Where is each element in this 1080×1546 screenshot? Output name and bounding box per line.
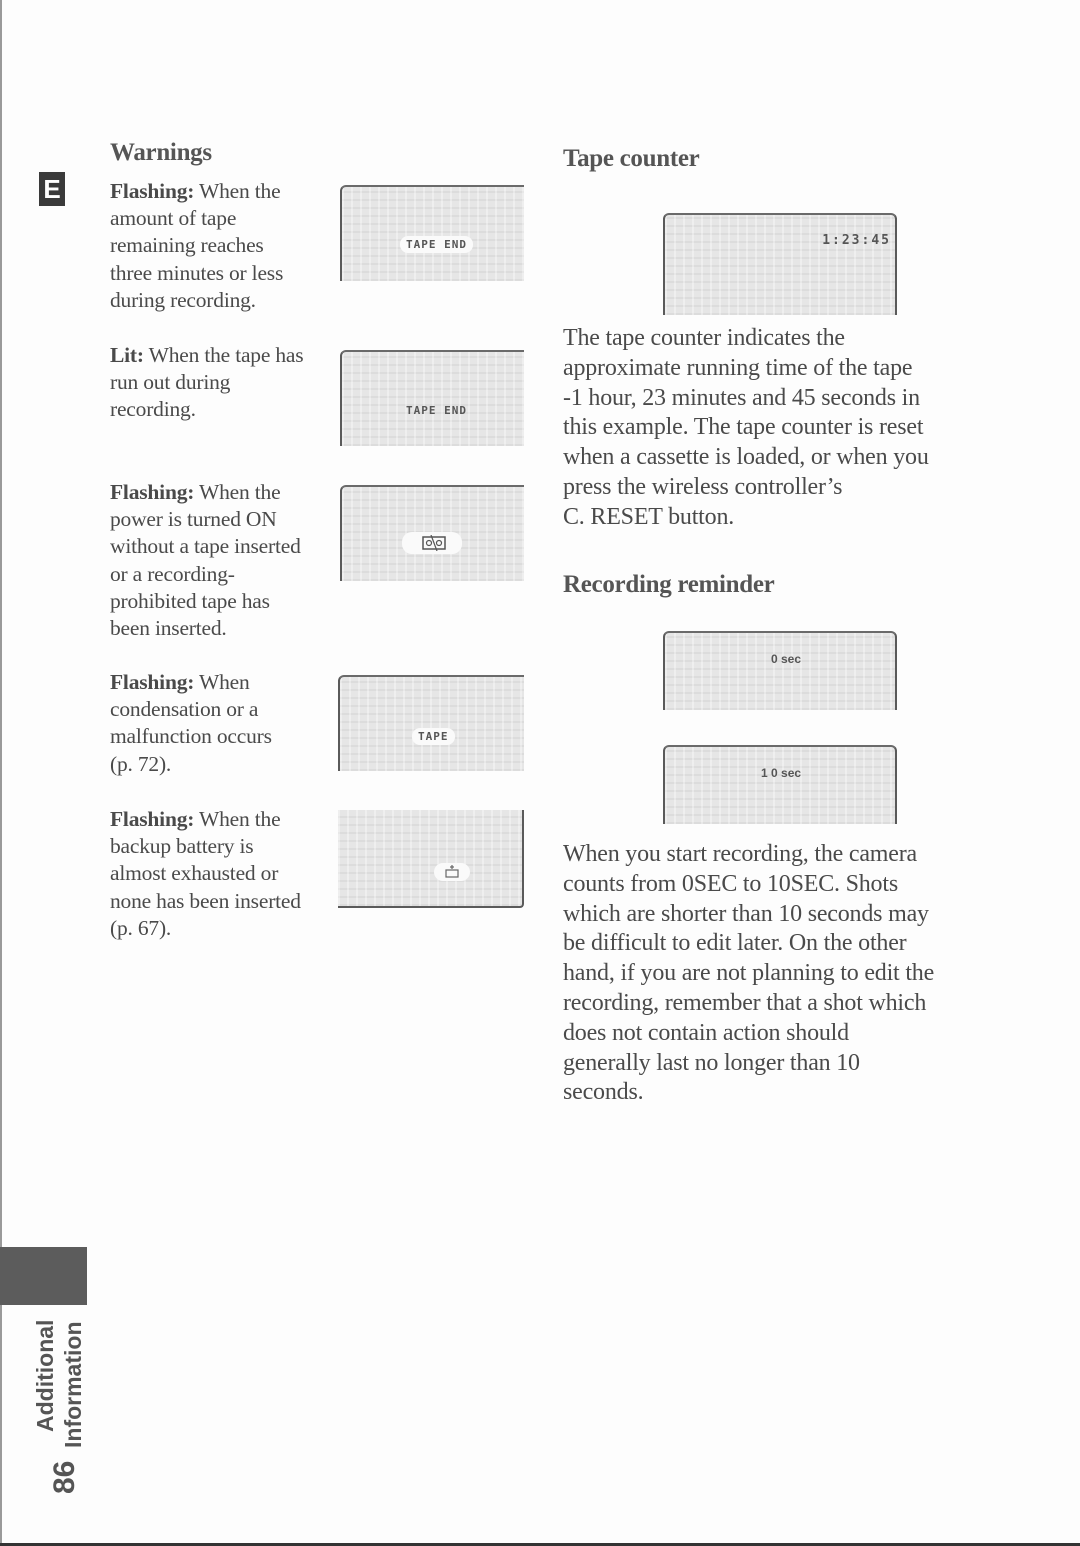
warning-item-tape-end-flashing: Flashing: When the amount of tape remain… bbox=[110, 178, 283, 314]
warning-text: none has been inserted bbox=[110, 888, 301, 913]
warning-text: prohibited tape has bbox=[110, 588, 270, 613]
warning-text: been inserted. bbox=[110, 616, 227, 641]
text-line: -1 hour, 23 minutes and 45 seconds in bbox=[563, 384, 920, 411]
lcd-display-no-tape bbox=[340, 485, 524, 581]
text-line: hand, if you are not planning to edit th… bbox=[563, 960, 935, 987]
warning-item-no-tape: Flashing: When the power is turned ON wi… bbox=[110, 479, 301, 642]
warning-text: When the bbox=[199, 807, 281, 831]
tape-counter-readout: 1:23:45 bbox=[822, 233, 891, 248]
warning-text: remaining reaches bbox=[110, 233, 264, 258]
lcd-display-backup-battery bbox=[338, 810, 524, 908]
warning-text: When the bbox=[199, 480, 281, 504]
lcd-display-tape-end-flashing: TAPE END bbox=[340, 185, 524, 281]
page-edge bbox=[0, 0, 2, 1546]
text-line: counts from 0SEC to 10SEC. Shots bbox=[563, 870, 898, 897]
warning-text: When the tape has bbox=[148, 343, 304, 367]
tape-end-indicator: TAPE END bbox=[406, 404, 467, 417]
tape-end-indicator: TAPE END bbox=[400, 236, 473, 253]
warning-item-backup-battery: Flashing: When the backup battery is alm… bbox=[110, 806, 301, 942]
warning-state: Flashing: bbox=[110, 480, 195, 504]
warning-text: (p. 67). bbox=[110, 915, 172, 940]
warning-text: run out during bbox=[110, 370, 231, 395]
lcd-display-reminder-start: 0 sec bbox=[663, 631, 897, 710]
lcd-display-tape-counter: 1:23:45 bbox=[663, 213, 897, 315]
text-line: when a cassette is loaded, or when you bbox=[563, 444, 929, 471]
warning-state: Flashing: bbox=[110, 179, 195, 203]
lcd-display-tape-end-lit: TAPE END bbox=[340, 350, 524, 446]
warnings-heading: Warnings bbox=[110, 139, 212, 166]
backup-battery-icon bbox=[445, 865, 459, 878]
page-number-container: 86 bbox=[24, 1458, 88, 1498]
text-line: C. RESET button. bbox=[563, 503, 735, 530]
lcd-display-reminder-end: 1 0 sec bbox=[663, 745, 897, 824]
text-line: press the wireless controller’s bbox=[563, 473, 843, 500]
language-badge: E bbox=[39, 172, 65, 206]
warning-text: malfunction occurs bbox=[110, 724, 272, 749]
text-line: does not contain action should bbox=[563, 1019, 849, 1046]
tape-counter-heading: Tape counter bbox=[563, 145, 700, 172]
recording-reminder-description: When you start recording, the camera cou… bbox=[563, 840, 934, 1108]
warning-text: recording. bbox=[110, 397, 196, 422]
warning-text: during recording. bbox=[110, 287, 256, 312]
warning-text: backup battery is bbox=[110, 834, 254, 859]
warning-text: condensation or a bbox=[110, 697, 259, 722]
cassette-prohibited-icon bbox=[422, 535, 446, 551]
warning-text: amount of tape bbox=[110, 206, 237, 231]
warning-text: three minutes or less bbox=[110, 260, 284, 285]
warning-state: Flashing: bbox=[110, 807, 195, 831]
warning-text: (p. 72). bbox=[110, 751, 172, 776]
warning-text: without a tape inserted bbox=[110, 534, 301, 559]
tape-indicator: TAPE bbox=[412, 728, 455, 745]
text-line: When you start recording, the camera bbox=[563, 841, 917, 867]
warning-text: power is turned ON bbox=[110, 507, 277, 532]
section-tab-line2: Information bbox=[60, 1321, 86, 1449]
reminder-start-readout: 0 sec bbox=[771, 652, 802, 666]
text-line: generally last no longer than 10 bbox=[563, 1049, 860, 1076]
warning-text: or a recording- bbox=[110, 561, 235, 586]
tape-counter-description: The tape counter indicates the approxima… bbox=[563, 324, 929, 533]
text-line: approximate running time of the tape bbox=[563, 354, 913, 381]
reminder-end-readout: 1 0 sec bbox=[761, 766, 802, 780]
text-line: be difficult to edit later. On the other bbox=[563, 930, 907, 957]
section-tab-marker bbox=[0, 1247, 87, 1305]
text-line: this example. The tape counter is reset bbox=[563, 414, 924, 441]
recording-reminder-heading: Recording reminder bbox=[563, 571, 775, 598]
warning-text: When bbox=[199, 670, 250, 694]
warning-item-condensation: Flashing: When condensation or a malfunc… bbox=[110, 669, 272, 778]
lcd-display-condensation: TAPE bbox=[338, 675, 524, 771]
warning-text: When the bbox=[199, 179, 281, 203]
warning-item-tape-end-lit: Lit: When the tape has run out during re… bbox=[110, 342, 304, 424]
text-line: The tape counter indicates the bbox=[563, 325, 845, 351]
warning-text: almost exhausted or bbox=[110, 861, 279, 886]
warning-state: Lit: bbox=[110, 343, 144, 367]
section-tab-line1: Additional bbox=[32, 1319, 58, 1432]
text-line: seconds. bbox=[563, 1079, 644, 1106]
warning-state: Flashing: bbox=[110, 670, 195, 694]
section-tab-title: Additional Information bbox=[24, 1320, 88, 1450]
text-line: recording, remember that a shot which bbox=[563, 989, 927, 1016]
text-line: which are shorter than 10 seconds may bbox=[563, 900, 929, 927]
page-number: 86 bbox=[48, 1460, 81, 1494]
